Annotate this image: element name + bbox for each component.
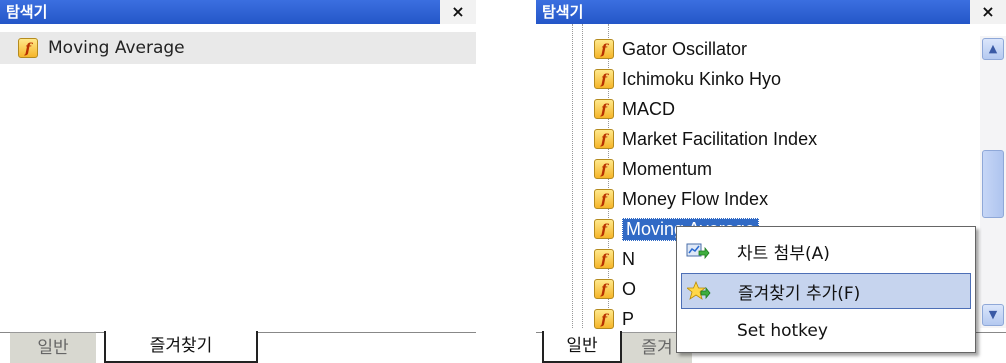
tree-item-label: O bbox=[622, 278, 637, 299]
favorite-item-moving-average[interactable]: f Moving Average bbox=[18, 34, 185, 62]
favorite-item-label: Moving Average bbox=[48, 38, 185, 58]
function-icon: f bbox=[594, 309, 614, 329]
tree-item-label: N bbox=[622, 248, 635, 269]
tab-general[interactable]: 일반 bbox=[10, 332, 96, 363]
context-menu: 차트 첨부(A) 즐겨찾기 추가(F) Set hotkey bbox=[676, 226, 976, 353]
function-icon: f bbox=[594, 279, 614, 299]
tree-line bbox=[582, 24, 583, 328]
close-icon[interactable]: × bbox=[970, 0, 1006, 24]
tree-item-label: MACD bbox=[622, 98, 675, 119]
chart-attach-icon bbox=[681, 242, 715, 260]
function-icon: f bbox=[594, 39, 614, 59]
function-icon: f bbox=[594, 189, 614, 209]
function-icon: f bbox=[594, 129, 614, 149]
tree-item-money-flow-index[interactable]: f Money Flow Index bbox=[594, 184, 768, 214]
navigator-panel-favorites: 탐색기 × f Moving Average 일반 즐겨찾기 bbox=[0, 0, 476, 363]
tree-item-macd[interactable]: f MACD bbox=[594, 94, 675, 124]
menu-item-attach-chart[interactable]: 차트 첨부(A) bbox=[681, 233, 971, 269]
function-icon: f bbox=[18, 38, 38, 58]
navigator-titlebar: 탐색기 × bbox=[0, 0, 476, 24]
tree-item-ichimoku[interactable]: f Ichimoku Kinko Hyo bbox=[594, 64, 781, 94]
tree-item-label: Gator Oscillator bbox=[622, 38, 748, 59]
tree-item-label: Money Flow Index bbox=[622, 188, 769, 209]
menu-item-label: 즐겨찾기 추가(F) bbox=[738, 283, 861, 304]
menu-item-set-hotkey[interactable]: Set hotkey bbox=[681, 313, 971, 349]
navigator-titlebar: 탐색기 × bbox=[536, 0, 1006, 24]
tree-item-label: Momentum bbox=[622, 158, 713, 179]
tab-favorites[interactable]: 즐겨찾기 bbox=[104, 331, 258, 363]
tree-line bbox=[572, 24, 573, 328]
tree-item-label: Ichimoku Kinko Hyo bbox=[622, 68, 782, 89]
navigator-tabs: 일반 즐겨찾기 bbox=[10, 331, 310, 363]
function-icon: f bbox=[594, 219, 614, 239]
function-icon: f bbox=[594, 249, 614, 269]
tree-item-label: P bbox=[622, 308, 635, 329]
add-favorite-icon bbox=[682, 281, 716, 301]
vertical-scrollbar[interactable]: ▲ ▼ bbox=[980, 36, 1006, 328]
navigator-title: 탐색기 bbox=[542, 3, 584, 21]
tab-general[interactable]: 일반 bbox=[542, 331, 622, 363]
scroll-up-icon[interactable]: ▲ bbox=[982, 38, 1004, 60]
tree-item-gator-oscillator[interactable]: f Gator Oscillator bbox=[594, 34, 747, 64]
tree-item-n[interactable]: f N bbox=[594, 244, 635, 274]
tree-item-momentum[interactable]: f Momentum bbox=[594, 154, 712, 184]
menu-item-label: Set hotkey bbox=[737, 321, 828, 341]
close-icon[interactable]: × bbox=[440, 0, 476, 24]
tree-item-label: Market Facilitation Index bbox=[622, 128, 818, 149]
tree-item-p[interactable]: f P bbox=[594, 304, 634, 334]
tree-item-o[interactable]: f O bbox=[594, 274, 636, 304]
scroll-down-icon[interactable]: ▼ bbox=[982, 304, 1004, 326]
menu-item-label: 차트 첨부(A) bbox=[737, 243, 830, 264]
function-icon: f bbox=[594, 99, 614, 119]
function-icon: f bbox=[594, 159, 614, 179]
scroll-thumb[interactable] bbox=[982, 150, 1004, 218]
function-icon: f bbox=[594, 69, 614, 89]
menu-item-add-favorite[interactable]: 즐겨찾기 추가(F) bbox=[681, 273, 971, 309]
navigator-title: 탐색기 bbox=[6, 3, 48, 21]
tree-item-market-facilitation-index[interactable]: f Market Facilitation Index bbox=[594, 124, 817, 154]
